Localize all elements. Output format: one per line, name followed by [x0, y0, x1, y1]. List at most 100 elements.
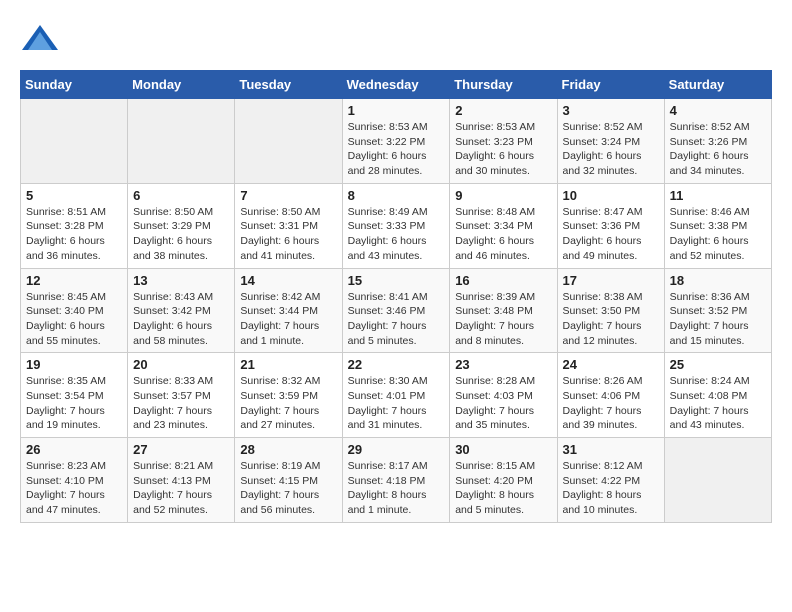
day-info: Sunrise: 8:46 AM Sunset: 3:38 PM Dayligh… [670, 205, 766, 264]
calendar-cell: 28 Sunrise: 8:19 AM Sunset: 4:15 PM Dayli… [235, 438, 342, 523]
calendar-cell [235, 99, 342, 184]
day-number: 19 [26, 357, 122, 372]
day-info: Sunrise: 8:15 AM Sunset: 4:20 PM Dayligh… [455, 459, 551, 518]
day-number: 17 [563, 273, 659, 288]
calendar-week-row: 12 Sunrise: 8:45 AM Sunset: 3:40 PM Dayli… [21, 268, 772, 353]
day-info: Sunrise: 8:30 AM Sunset: 4:01 PM Dayligh… [348, 374, 445, 433]
day-number: 26 [26, 442, 122, 457]
day-info: Sunrise: 8:21 AM Sunset: 4:13 PM Dayligh… [133, 459, 229, 518]
calendar-cell: 15 Sunrise: 8:41 AM Sunset: 3:46 PM Dayli… [342, 268, 450, 353]
day-info: Sunrise: 8:32 AM Sunset: 3:59 PM Dayligh… [240, 374, 336, 433]
calendar-cell: 27 Sunrise: 8:21 AM Sunset: 4:13 PM Dayli… [128, 438, 235, 523]
day-number: 15 [348, 273, 445, 288]
day-number: 9 [455, 188, 551, 203]
calendar-cell: 19 Sunrise: 8:35 AM Sunset: 3:54 PM Dayli… [21, 353, 128, 438]
calendar-cell: 13Sunrise: 8:43 AM Sunset: 3:42 PM Dayli… [128, 268, 235, 353]
day-number: 5 [26, 188, 122, 203]
weekday-header: Thursday [450, 71, 557, 99]
calendar-cell: 26 Sunrise: 8:23 AM Sunset: 4:10 PM Dayli… [21, 438, 128, 523]
day-info: Sunrise: 8:38 AM Sunset: 3:50 PM Dayligh… [563, 290, 659, 349]
day-info: Sunrise: 8:50 AM Sunset: 3:31 PM Dayligh… [240, 205, 336, 264]
day-info: Sunrise: 8:48 AM Sunset: 3:34 PM Dayligh… [455, 205, 551, 264]
calendar-cell: 21 Sunrise: 8:32 AM Sunset: 3:59 PM Dayli… [235, 353, 342, 438]
day-info: Sunrise: 8:47 AM Sunset: 3:36 PM Dayligh… [563, 205, 659, 264]
calendar-cell: 29 Sunrise: 8:17 AM Sunset: 4:18 PM Dayli… [342, 438, 450, 523]
calendar-cell [21, 99, 128, 184]
day-number: 21 [240, 357, 336, 372]
day-info: Sunrise: 8:26 AM Sunset: 4:06 PM Dayligh… [563, 374, 659, 433]
day-info: Sunrise: 8:50 AM Sunset: 3:29 PM Dayligh… [133, 205, 229, 264]
calendar-cell [128, 99, 235, 184]
calendar-cell: 1Sunrise: 8:53 AM Sunset: 3:22 PM Daylig… [342, 99, 450, 184]
day-number: 22 [348, 357, 445, 372]
day-number: 29 [348, 442, 445, 457]
calendar-cell: 31Sunrise: 8:12 AM Sunset: 4:22 PM Dayli… [557, 438, 664, 523]
calendar-cell: 17 Sunrise: 8:38 AM Sunset: 3:50 PM Dayli… [557, 268, 664, 353]
day-number: 31 [563, 442, 659, 457]
day-number: 14 [240, 273, 336, 288]
day-info: Sunrise: 8:52 AM Sunset: 3:26 PM Dayligh… [670, 120, 766, 179]
day-number: 28 [240, 442, 336, 457]
day-info: Sunrise: 8:35 AM Sunset: 3:54 PM Dayligh… [26, 374, 122, 433]
day-info: Sunrise: 8:43 AM Sunset: 3:42 PM Dayligh… [133, 290, 229, 349]
day-number: 4 [670, 103, 766, 118]
day-info: Sunrise: 8:19 AM Sunset: 4:15 PM Dayligh… [240, 459, 336, 518]
calendar-cell: 2 Sunrise: 8:53 AM Sunset: 3:23 PM Daylig… [450, 99, 557, 184]
day-info: Sunrise: 8:53 AM Sunset: 3:22 PM Dayligh… [348, 120, 445, 179]
day-number: 8 [348, 188, 445, 203]
day-info: Sunrise: 8:28 AM Sunset: 4:03 PM Dayligh… [455, 374, 551, 433]
calendar-cell: 25 Sunrise: 8:24 AM Sunset: 4:08 PM Dayli… [664, 353, 771, 438]
calendar-cell: 24 Sunrise: 8:26 AM Sunset: 4:06 PM Dayli… [557, 353, 664, 438]
calendar-cell: 12 Sunrise: 8:45 AM Sunset: 3:40 PM Dayli… [21, 268, 128, 353]
day-info: Sunrise: 8:23 AM Sunset: 4:10 PM Dayligh… [26, 459, 122, 518]
calendar-table: SundayMondayTuesdayWednesdayThursdayFrid… [20, 70, 772, 523]
weekday-header: Friday [557, 71, 664, 99]
calendar-cell: 8 Sunrise: 8:49 AM Sunset: 3:33 PM Daylig… [342, 183, 450, 268]
calendar-cell: 16Sunrise: 8:39 AM Sunset: 3:48 PM Dayli… [450, 268, 557, 353]
day-info: Sunrise: 8:42 AM Sunset: 3:44 PM Dayligh… [240, 290, 336, 349]
day-number: 2 [455, 103, 551, 118]
calendar-cell: 18Sunrise: 8:36 AM Sunset: 3:52 PM Dayli… [664, 268, 771, 353]
calendar-cell [664, 438, 771, 523]
calendar-cell: 23Sunrise: 8:28 AM Sunset: 4:03 PM Dayli… [450, 353, 557, 438]
day-number: 11 [670, 188, 766, 203]
weekday-header: Saturday [664, 71, 771, 99]
day-info: Sunrise: 8:33 AM Sunset: 3:57 PM Dayligh… [133, 374, 229, 433]
calendar-cell: 11 Sunrise: 8:46 AM Sunset: 3:38 PM Dayli… [664, 183, 771, 268]
calendar-cell: 3Sunrise: 8:52 AM Sunset: 3:24 PM Daylig… [557, 99, 664, 184]
header [20, 20, 772, 60]
calendar-cell: 10 Sunrise: 8:47 AM Sunset: 3:36 PM Dayli… [557, 183, 664, 268]
day-number: 30 [455, 442, 551, 457]
day-number: 12 [26, 273, 122, 288]
day-info: Sunrise: 8:41 AM Sunset: 3:46 PM Dayligh… [348, 290, 445, 349]
calendar-cell: 5Sunrise: 8:51 AM Sunset: 3:28 PM Daylig… [21, 183, 128, 268]
calendar-week-row: 26 Sunrise: 8:23 AM Sunset: 4:10 PM Dayli… [21, 438, 772, 523]
day-info: Sunrise: 8:52 AM Sunset: 3:24 PM Dayligh… [563, 120, 659, 179]
day-info: Sunrise: 8:24 AM Sunset: 4:08 PM Dayligh… [670, 374, 766, 433]
calendar-cell: 22 Sunrise: 8:30 AM Sunset: 4:01 PM Dayli… [342, 353, 450, 438]
calendar-week-row: 5Sunrise: 8:51 AM Sunset: 3:28 PM Daylig… [21, 183, 772, 268]
weekday-header: Sunday [21, 71, 128, 99]
day-info: Sunrise: 8:53 AM Sunset: 3:23 PM Dayligh… [455, 120, 551, 179]
day-info: Sunrise: 8:17 AM Sunset: 4:18 PM Dayligh… [348, 459, 445, 518]
weekday-header: Monday [128, 71, 235, 99]
day-number: 27 [133, 442, 229, 457]
calendar-cell: 6Sunrise: 8:50 AM Sunset: 3:29 PM Daylig… [128, 183, 235, 268]
weekday-header-row: SundayMondayTuesdayWednesdayThursdayFrid… [21, 71, 772, 99]
day-info: Sunrise: 8:45 AM Sunset: 3:40 PM Dayligh… [26, 290, 122, 349]
calendar-cell: 30 Sunrise: 8:15 AM Sunset: 4:20 PM Dayli… [450, 438, 557, 523]
day-number: 16 [455, 273, 551, 288]
logo [20, 20, 65, 60]
calendar-cell: 14 Sunrise: 8:42 AM Sunset: 3:44 PM Dayli… [235, 268, 342, 353]
calendar-cell: 4 Sunrise: 8:52 AM Sunset: 3:26 PM Daylig… [664, 99, 771, 184]
day-number: 10 [563, 188, 659, 203]
calendar-cell: 7 Sunrise: 8:50 AM Sunset: 3:31 PM Daylig… [235, 183, 342, 268]
day-info: Sunrise: 8:49 AM Sunset: 3:33 PM Dayligh… [348, 205, 445, 264]
weekday-header: Wednesday [342, 71, 450, 99]
day-number: 25 [670, 357, 766, 372]
day-number: 7 [240, 188, 336, 203]
calendar-week-row: 19 Sunrise: 8:35 AM Sunset: 3:54 PM Dayli… [21, 353, 772, 438]
logo-icon [20, 20, 60, 60]
day-number: 24 [563, 357, 659, 372]
calendar-cell: 9 Sunrise: 8:48 AM Sunset: 3:34 PM Daylig… [450, 183, 557, 268]
